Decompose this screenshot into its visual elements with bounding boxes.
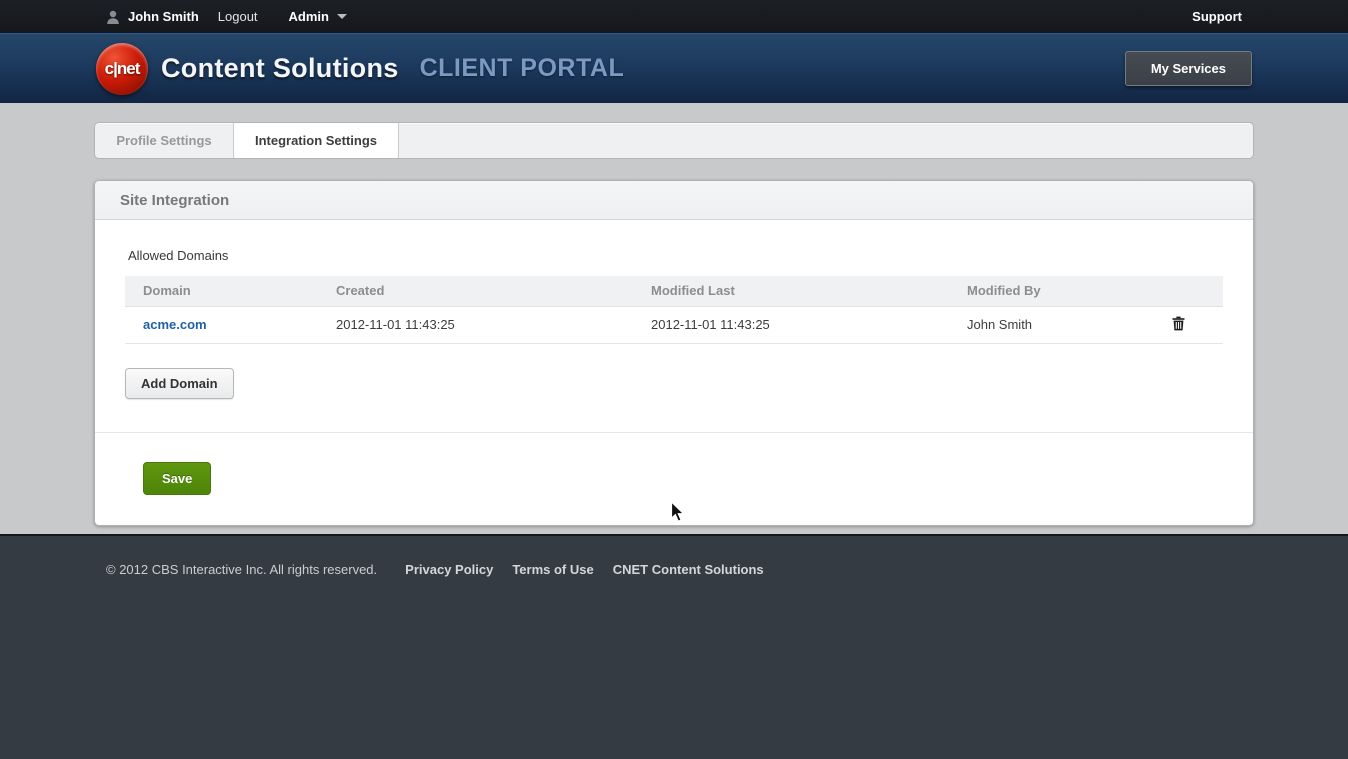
admin-menu[interactable]: Admin (289, 9, 347, 24)
panel-title: Site Integration (95, 181, 1253, 220)
save-button[interactable]: Save (143, 462, 211, 495)
user-icon (106, 10, 120, 24)
terms-of-use-link[interactable]: Terms of Use (512, 562, 593, 577)
allowed-domains-label: Allowed Domains (128, 248, 1223, 263)
allowed-domains-table: Domain Created Modified Last Modified By… (125, 276, 1223, 344)
privacy-policy-link[interactable]: Privacy Policy (405, 562, 493, 577)
created-cell: 2012-11-01 11:43:25 (336, 306, 651, 343)
logged-in-user: John Smith (128, 9, 199, 24)
modified-last-cell: 2012-11-01 11:43:25 (651, 306, 967, 343)
trash-icon (1172, 316, 1185, 331)
modified-by-cell: John Smith (967, 306, 1167, 343)
brand-title: Content Solutions (161, 53, 399, 84)
logout-link[interactable]: Logout (218, 9, 258, 24)
cnet-logo: c|net (96, 43, 148, 95)
col-header-domain: Domain (125, 276, 336, 306)
main-content: Profile Settings Integration Settings Si… (0, 103, 1348, 534)
tab-profile-settings[interactable]: Profile Settings (95, 123, 233, 158)
tab-integration-settings[interactable]: Integration Settings (233, 123, 399, 158)
page-footer: © 2012 CBS Interactive Inc. All rights r… (0, 534, 1348, 759)
col-header-modified-by: Modified By (967, 276, 1167, 306)
support-link[interactable]: Support (1192, 9, 1242, 24)
panel-footer: Save (95, 432, 1253, 525)
col-header-modified-last: Modified Last (651, 276, 967, 306)
site-integration-panel: Site Integration Allowed Domains Domain … (94, 180, 1254, 526)
brand-header: c|net Content Solutions CLIENT PORTAL My… (0, 33, 1348, 103)
table-header-row: Domain Created Modified Last Modified By (125, 276, 1223, 306)
table-row: acme.com 2012-11-01 11:43:25 2012-11-01 … (125, 306, 1223, 343)
delete-domain-button[interactable] (1172, 316, 1185, 331)
admin-menu-label: Admin (289, 9, 329, 24)
portal-title: CLIENT PORTAL (420, 54, 625, 83)
top-utility-bar: John Smith Logout Admin Support (0, 0, 1348, 33)
col-header-created: Created (336, 276, 651, 306)
chevron-down-icon (337, 14, 347, 19)
add-domain-button[interactable]: Add Domain (125, 368, 234, 399)
copyright-text: © 2012 CBS Interactive Inc. All rights r… (106, 562, 377, 577)
cnet-content-solutions-link[interactable]: CNET Content Solutions (613, 562, 764, 577)
domain-link[interactable]: acme.com (143, 317, 207, 332)
col-header-actions (1167, 276, 1223, 306)
settings-tabbar: Profile Settings Integration Settings (94, 122, 1254, 159)
my-services-button[interactable]: My Services (1125, 51, 1252, 86)
